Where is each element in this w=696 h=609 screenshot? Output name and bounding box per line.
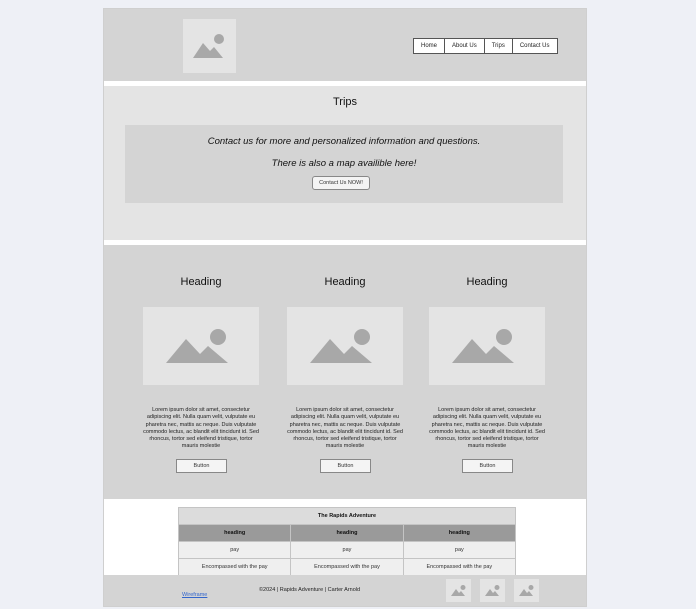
table-row: pay pay pay <box>177 541 517 559</box>
table-cell: Encompassed with the pay <box>402 558 517 576</box>
main-nav: Home About Us Trips Contact Us <box>413 38 558 54</box>
nav-trips[interactable]: Trips <box>485 39 513 53</box>
table: The Rapids Adventure heading heading hea… <box>177 507 517 576</box>
footer-image-placeholder[interactable] <box>446 579 471 602</box>
footer-image-placeholder[interactable] <box>514 579 539 602</box>
table-header-cell: heading <box>177 524 292 542</box>
column-heading: Heading <box>180 276 222 288</box>
nav-home[interactable]: Home <box>414 39 446 53</box>
image-placeholder-icon <box>518 585 533 596</box>
column-text: Lorem ipsum dolor sit amet, consectetur … <box>287 407 403 450</box>
feature-columns: Heading Lorem ipsum dolor sit amet, cons… <box>104 245 586 499</box>
pricing-table: The Rapids Adventure heading heading hea… <box>177 507 517 576</box>
table-cell: Encompassed with the pay <box>177 558 292 576</box>
column-image-placeholder <box>429 307 545 385</box>
image-placeholder-icon <box>450 585 465 596</box>
feature-column: Heading Lorem ipsum dolor sit amet, cons… <box>142 245 260 499</box>
contact-us-now-button[interactable]: Contact Us NOW! <box>312 176 370 190</box>
table-title: The Rapids Adventure <box>178 507 516 525</box>
column-text: Lorem ipsum dolor sit amet, consectetur … <box>143 407 259 450</box>
column-image-placeholder <box>143 307 259 385</box>
column-button[interactable]: Button <box>320 459 371 473</box>
table-cell: Encompassed with the pay <box>290 558 404 576</box>
feature-column: Heading Lorem ipsum dolor sit amet, cons… <box>286 245 404 499</box>
wireframe-link[interactable]: Wireframe <box>182 592 207 598</box>
map-text: There is also a map availible here! <box>271 158 417 169</box>
contact-box: Contact us for more and personalized inf… <box>125 125 563 203</box>
image-placeholder-icon <box>166 329 228 363</box>
table-header-cell: heading <box>402 524 517 542</box>
table-cell: pay <box>290 541 404 559</box>
column-text: Lorem ipsum dolor sit amet, consectetur … <box>429 407 545 450</box>
image-placeholder-icon <box>484 585 499 596</box>
table-row: Encompassed with the pay Encompassed wit… <box>177 558 517 576</box>
site-footer: Wireframe ©2024 | Rapids Adventure | Car… <box>104 575 586 606</box>
table-cell: pay <box>402 541 517 559</box>
image-placeholder-icon <box>452 329 514 363</box>
image-placeholder-icon <box>192 34 224 58</box>
footer-image-placeholder[interactable] <box>480 579 505 602</box>
page-frame: Home About Us Trips Contact Us Trips Con… <box>103 8 587 607</box>
column-button[interactable]: Button <box>462 459 513 473</box>
column-image-placeholder <box>287 307 403 385</box>
logo-image-placeholder <box>183 19 236 73</box>
column-button[interactable]: Button <box>176 459 227 473</box>
table-header-cell: heading <box>290 524 404 542</box>
image-placeholder-icon <box>310 329 372 363</box>
table-header-row: heading heading heading <box>177 524 517 542</box>
contact-text: Contact us for more and personalized inf… <box>207 136 481 147</box>
feature-column: Heading Lorem ipsum dolor sit amet, cons… <box>428 245 546 499</box>
column-heading: Heading <box>466 276 508 288</box>
table-title-row: The Rapids Adventure <box>178 507 516 525</box>
column-heading: Heading <box>324 276 366 288</box>
trips-title: Trips <box>332 96 358 108</box>
table-cell: pay <box>177 541 292 559</box>
nav-contact-us[interactable]: Contact Us <box>513 39 557 53</box>
trips-section: Trips Contact us for more and personaliz… <box>104 86 586 240</box>
copyright-text: ©2024 | Rapids Adventure | Carter Arnold <box>259 587 361 593</box>
nav-about-us[interactable]: About Us <box>445 39 485 53</box>
site-header: Home About Us Trips Contact Us <box>104 9 586 81</box>
